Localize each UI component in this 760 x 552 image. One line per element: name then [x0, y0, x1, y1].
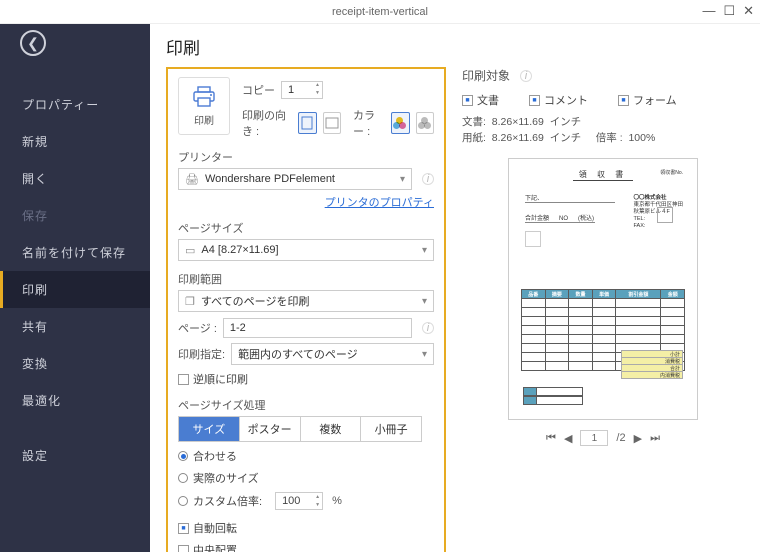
sidebar-item-convert[interactable]: 変換	[0, 345, 150, 382]
print-range-dropdown[interactable]: ❐ すべてのページを印刷	[178, 290, 434, 312]
print-button-label: 印刷	[194, 112, 214, 127]
pager-last-icon[interactable]: ⏭	[650, 432, 660, 445]
tab-multiple[interactable]: 複数	[301, 417, 362, 441]
print-settings-panel: 印刷 コピー 1 印刷の向き : カラー :	[166, 67, 446, 552]
sidebar-item-print[interactable]: 印刷	[0, 271, 150, 308]
auto-rotate-checkbox[interactable]: 自動回転	[178, 520, 434, 536]
back-button[interactable]: ❮	[20, 30, 46, 56]
tab-poster[interactable]: ポスター	[240, 417, 301, 441]
custom-scale-stepper[interactable]: 100	[275, 492, 323, 510]
pager-first-icon[interactable]: ⏮	[546, 432, 556, 445]
radio-fit[interactable]: 合わせる	[178, 448, 434, 464]
tab-size[interactable]: サイズ	[179, 417, 240, 441]
page-label: ページ :	[178, 320, 217, 336]
size-handling-tabs: サイズ ポスター 複数 小冊子	[178, 416, 422, 442]
target-document-checkbox[interactable]: 文書	[462, 92, 499, 108]
pages-icon: ❐	[185, 295, 195, 308]
sidebar-item-share[interactable]: 共有	[0, 308, 150, 345]
printer-icon	[192, 86, 216, 108]
target-comment-checkbox[interactable]: コメント	[529, 92, 588, 108]
minimize-icon[interactable]: —	[702, 3, 715, 19]
sidebar-item-properties[interactable]: プロパティー	[0, 86, 150, 123]
print-preview: 領 収 書 領収書No. 下記、 合計金額 NO (税込) 〇〇株式会社東京都千…	[508, 158, 698, 420]
pager-current-input[interactable]: 1	[580, 430, 608, 446]
page-icon: ▭	[185, 244, 195, 257]
sidebar-item-optimize[interactable]: 最適化	[0, 382, 150, 419]
orientation-label: 印刷の向き :	[242, 107, 292, 139]
orientation-portrait-button[interactable]	[298, 112, 316, 134]
copies-label: コピー	[242, 82, 275, 98]
printer-properties-link[interactable]: プリンタのプロパティ	[178, 194, 434, 210]
pager-total: /2	[616, 432, 625, 444]
sidebar-item-open[interactable]: 開く	[0, 160, 150, 197]
preview-doc-title: 領 収 書	[573, 169, 633, 181]
printer-small-icon: 🖨	[185, 173, 199, 186]
target-form-checkbox[interactable]: フォーム	[618, 92, 677, 108]
window-titlebar: receipt-item-vertical — ☐ ✕	[0, 0, 760, 24]
printer-dropdown[interactable]: 🖨 Wondershare PDFelement	[178, 168, 412, 190]
close-icon[interactable]: ✕	[743, 3, 754, 19]
print-range-section-label: 印刷範囲	[178, 271, 434, 287]
print-target-header: 印刷対象	[462, 67, 510, 84]
size-handling-section-label: ページサイズ処理	[178, 397, 434, 413]
printer-section-label: プリンター	[178, 149, 434, 165]
maximize-icon[interactable]: ☐	[723, 3, 735, 19]
center-checkbox[interactable]: 中央配置	[178, 542, 434, 552]
reverse-order-checkbox[interactable]: 逆順に印刷	[178, 371, 434, 387]
sidebar-item-settings[interactable]: 設定	[0, 437, 150, 474]
radio-actual[interactable]: 実際のサイズ	[178, 470, 434, 486]
sidebar: ❮ プロパティー 新規 開く 保存 名前を付けて保存 印刷 共有 変換 最適化 …	[0, 24, 150, 552]
info-icon[interactable]: i	[520, 70, 532, 82]
color-mode-gray-button[interactable]	[416, 112, 434, 134]
radio-custom[interactable]: カスタム倍率: 100 %	[178, 492, 434, 510]
color-label: カラー :	[353, 107, 385, 139]
color-mode-color-button[interactable]	[391, 112, 409, 134]
dimensions-info: 文書: 8.26×11.69 インチ 用紙: 8.26×11.69 インチ 倍率…	[462, 114, 744, 146]
page-title: 印刷	[166, 34, 744, 59]
main-panel: 印刷 印刷 コピー 1 印刷の向き :	[150, 24, 760, 552]
window-title: receipt-item-vertical	[332, 6, 428, 18]
info-icon[interactable]: i	[422, 322, 434, 334]
pager-next-icon[interactable]: ▶	[634, 432, 642, 445]
sidebar-item-save-as[interactable]: 名前を付けて保存	[0, 234, 150, 271]
preview-pager: ⏮ ◀ 1 /2 ▶ ⏭	[462, 430, 744, 446]
page-input[interactable]: 1-2	[223, 318, 412, 338]
tab-booklet[interactable]: 小冊子	[361, 417, 421, 441]
print-target-panel: 印刷対象 i 文書 コメント フォーム 文書: 8.26×11.69 インチ 用…	[462, 67, 744, 552]
print-button[interactable]: 印刷	[178, 77, 230, 135]
page-size-section-label: ページサイズ	[178, 220, 434, 236]
print-spec-label: 印刷指定:	[178, 346, 225, 362]
page-size-dropdown[interactable]: ▭ A4 [8.27×11.69]	[178, 239, 434, 261]
sidebar-item-new[interactable]: 新規	[0, 123, 150, 160]
orientation-landscape-button[interactable]	[323, 112, 341, 134]
sidebar-item-save: 保存	[0, 197, 150, 234]
copies-stepper[interactable]: 1	[281, 81, 323, 99]
info-icon[interactable]: i	[422, 173, 434, 185]
pager-prev-icon[interactable]: ◀	[564, 432, 572, 445]
print-spec-dropdown[interactable]: 範囲内のすべてのページ	[231, 343, 434, 365]
